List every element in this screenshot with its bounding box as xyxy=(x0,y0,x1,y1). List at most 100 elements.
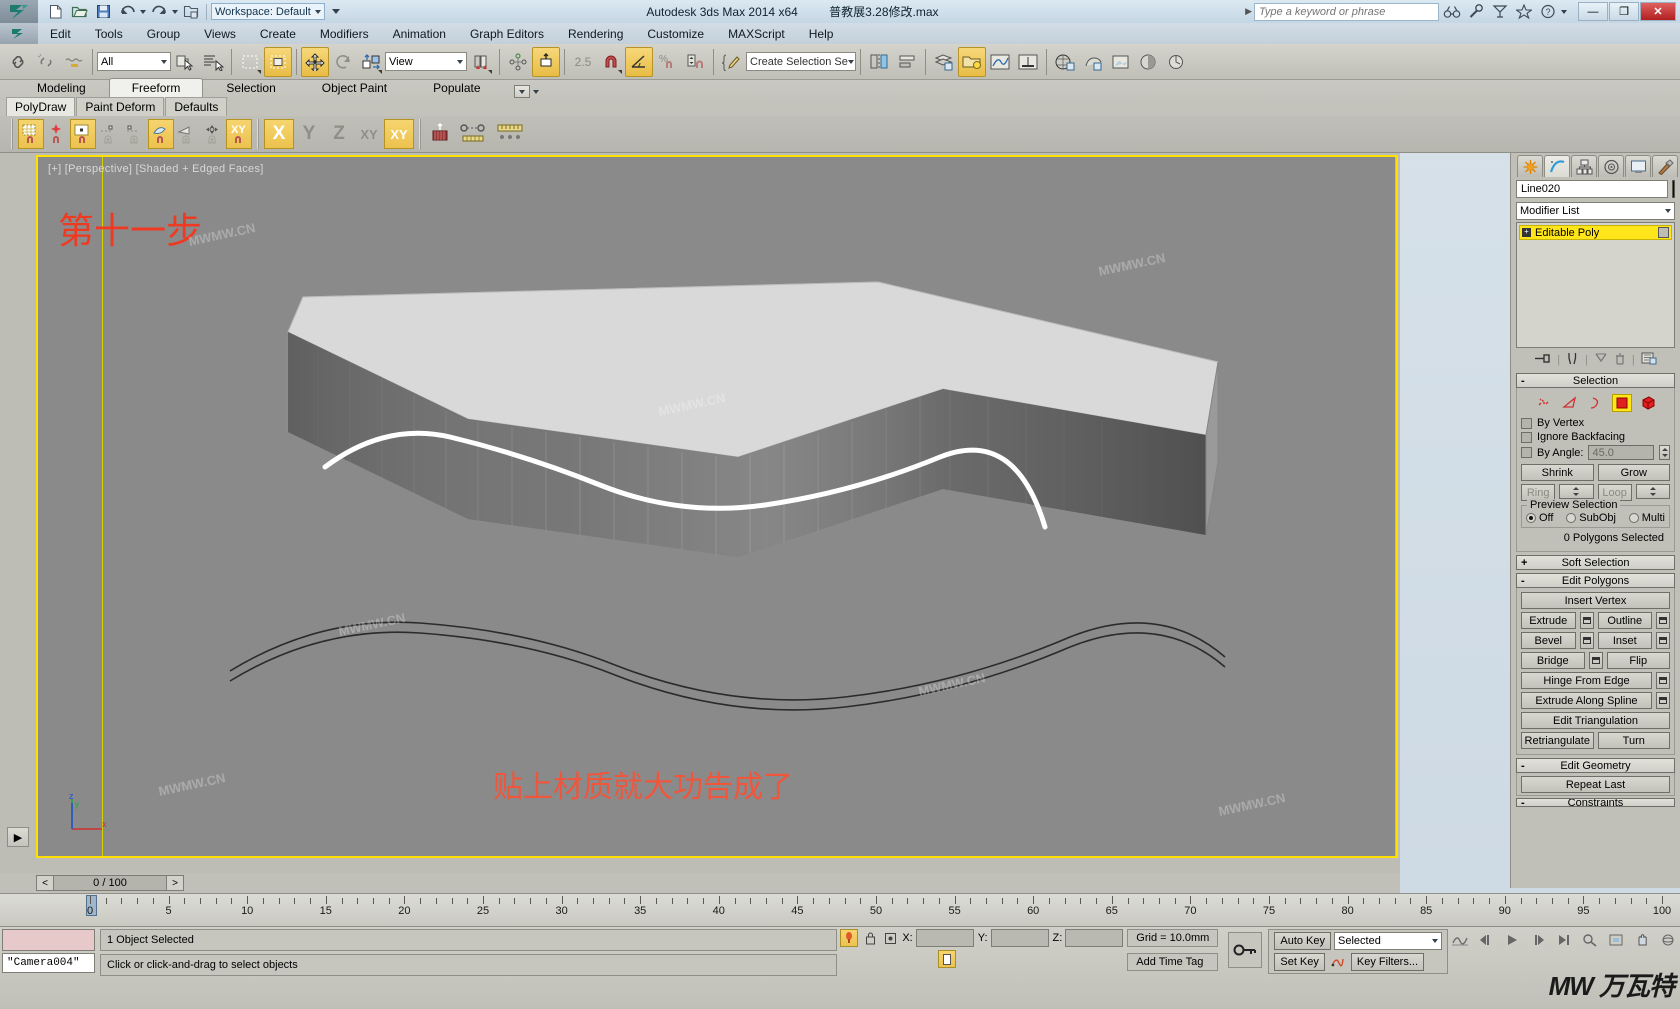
spinner-snap-toggle-icon[interactable] xyxy=(681,47,709,77)
rollup-toggle-icon[interactable]: - xyxy=(1521,799,1525,806)
ignore-backfacing-row[interactable]: Ignore Backfacing xyxy=(1521,430,1670,444)
menu-views[interactable]: Views xyxy=(192,24,248,44)
surface-grid-icon[interactable] xyxy=(18,119,44,149)
measure-distance-icon[interactable] xyxy=(456,119,492,149)
minimize-button[interactable]: — xyxy=(1578,2,1608,21)
bridge-button[interactable]: Bridge xyxy=(1521,652,1585,669)
select-by-name-icon[interactable] xyxy=(199,47,227,77)
zoom-extents-icon[interactable] xyxy=(1604,929,1628,951)
window-crossing-toggle-icon[interactable] xyxy=(264,46,292,77)
curve-editor-icon[interactable] xyxy=(986,47,1014,77)
snaps-toggle-icon[interactable] xyxy=(597,47,625,77)
close-button[interactable]: ✕ xyxy=(1640,2,1676,21)
draw-on-icon[interactable] xyxy=(44,119,70,149)
sub-object-edge-icon[interactable] xyxy=(1560,394,1580,412)
zoom-icon[interactable] xyxy=(1578,929,1602,951)
unlink-selection-icon[interactable] xyxy=(32,47,60,77)
favorites-star-icon[interactable] xyxy=(1513,2,1535,22)
add-time-tag-button[interactable]: Add Time Tag xyxy=(1127,953,1219,971)
menu-group[interactable]: Group xyxy=(135,24,192,44)
flip-button[interactable]: Flip xyxy=(1606,652,1670,669)
make-unique-icon[interactable] xyxy=(1594,352,1608,368)
extrude-along-spline-button[interactable]: Extrude Along Spline xyxy=(1521,692,1652,709)
transform-type-in-icon[interactable] xyxy=(882,929,898,947)
modifier-stack[interactable]: + Editable Poly xyxy=(1516,222,1675,348)
sub-object-polygon-icon[interactable] xyxy=(1611,394,1632,412)
configure-modifier-sets-icon[interactable] xyxy=(1641,352,1657,368)
ribbon-options-icon[interactable] xyxy=(532,89,539,94)
z-field[interactable] xyxy=(1065,929,1124,947)
ruler-icon[interactable] xyxy=(492,119,528,149)
render-iterative-icon[interactable] xyxy=(1163,47,1191,77)
set-project-icon[interactable] xyxy=(180,2,202,22)
menu-app-icon[interactable] xyxy=(0,23,38,44)
use-selection-center-icon[interactable] xyxy=(504,47,532,77)
hinge-from-edge-button[interactable]: Hinge From Edge xyxy=(1521,672,1652,689)
extend-icon[interactable] xyxy=(426,119,456,149)
qat-overflow-icon[interactable] xyxy=(331,9,340,14)
set-key-filters-icon[interactable] xyxy=(1328,953,1348,971)
menu-help[interactable]: Help xyxy=(797,24,846,44)
render-production-icon[interactable] xyxy=(1135,47,1163,77)
layer-manager-icon[interactable] xyxy=(930,47,958,77)
shift-icon[interactable] xyxy=(148,119,174,149)
loop-spinner[interactable] xyxy=(1635,484,1670,499)
current-frame-display[interactable]: 0 / 100 xyxy=(53,876,167,890)
select-and-scale-icon[interactable] xyxy=(357,47,385,77)
hierarchy-tab[interactable] xyxy=(1571,155,1597,177)
pin-stack-icon[interactable] xyxy=(1534,352,1551,368)
key-mode-toggle-icon[interactable] xyxy=(1228,932,1263,968)
pan-keyframes-icon[interactable] xyxy=(1448,929,1472,951)
reference-coordinate-system-dropdown[interactable]: View xyxy=(385,52,467,71)
modifier-stack-item-editable-poly[interactable]: + Editable Poly xyxy=(1519,225,1672,240)
material-editor-icon[interactable] xyxy=(1051,47,1079,77)
rollup-toggle-icon[interactable]: - xyxy=(1521,375,1525,387)
workspace-selector[interactable]: Workspace: Default xyxy=(211,3,325,20)
scene-explorer-icon[interactable] xyxy=(958,46,986,77)
ribbon-tab-freeform[interactable]: Freeform xyxy=(108,78,204,98)
align-icon[interactable] xyxy=(893,47,921,77)
extrude-along-spline-settings-button[interactable] xyxy=(1656,692,1670,709)
key-filters-button[interactable]: Key Filters... xyxy=(1350,953,1425,971)
outline-settings-button[interactable] xyxy=(1656,612,1670,629)
sub-object-element-icon[interactable] xyxy=(1638,394,1658,412)
x-field[interactable] xyxy=(915,929,974,947)
step-build-icon[interactable] xyxy=(96,119,122,149)
rendered-frame-window-icon[interactable] xyxy=(1107,47,1135,77)
display-tab[interactable] xyxy=(1625,155,1651,177)
app-logo-icon[interactable] xyxy=(0,0,38,23)
ribbon-minimize-icon[interactable] xyxy=(513,85,530,98)
ignore-backfacing-checkbox[interactable] xyxy=(1521,431,1532,443)
ribbon-tab-populate[interactable]: Populate xyxy=(410,78,503,98)
preview-multi-radio[interactable]: Multi xyxy=(1628,512,1665,524)
select-and-manipulate-icon[interactable] xyxy=(532,46,560,77)
open-icon[interactable] xyxy=(68,2,90,22)
undo-icon[interactable] xyxy=(116,2,138,22)
object-color-swatch[interactable] xyxy=(1672,180,1675,198)
menu-rendering[interactable]: Rendering xyxy=(556,24,635,44)
by-angle-checkbox[interactable] xyxy=(1521,447,1532,458)
previous-frame-icon[interactable] xyxy=(1474,929,1498,951)
by-angle-value[interactable]: 45.0 xyxy=(1588,445,1654,460)
modifier-show-end-result-box[interactable] xyxy=(1658,227,1669,238)
constrain-z-icon[interactable]: Z xyxy=(324,119,354,149)
inset-settings-button[interactable] xyxy=(1656,632,1670,649)
constrain-y-icon[interactable]: Y xyxy=(294,119,324,149)
rollup-constraints-header[interactable]: - Constraints xyxy=(1516,798,1675,807)
object-name-input[interactable] xyxy=(1516,180,1668,198)
edit-triangulation-button[interactable]: Edit Triangulation xyxy=(1521,712,1670,729)
preview-subobj-radio[interactable]: SubObj xyxy=(1566,512,1616,524)
hinge-from-edge-settings-button[interactable] xyxy=(1656,672,1670,689)
percent-snap-toggle-icon[interactable]: % xyxy=(653,47,681,77)
by-angle-spinner[interactable] xyxy=(1659,445,1670,460)
shrink-button[interactable]: Shrink xyxy=(1521,464,1594,481)
search-input[interactable] xyxy=(1254,2,1439,21)
rollup-toggle-icon[interactable]: + xyxy=(1521,557,1527,569)
optimize-icon[interactable] xyxy=(174,119,200,149)
retriangulate-button[interactable]: Retriangulate xyxy=(1521,732,1594,749)
rollup-toggle-icon[interactable]: - xyxy=(1521,760,1525,772)
binoculars-icon[interactable] xyxy=(1441,2,1463,22)
ribbon-subtab-paint-deform[interactable]: Paint Deform xyxy=(76,97,165,116)
schematic-view-icon[interactable] xyxy=(1014,47,1042,77)
chevron-down-icon[interactable] xyxy=(314,9,321,14)
